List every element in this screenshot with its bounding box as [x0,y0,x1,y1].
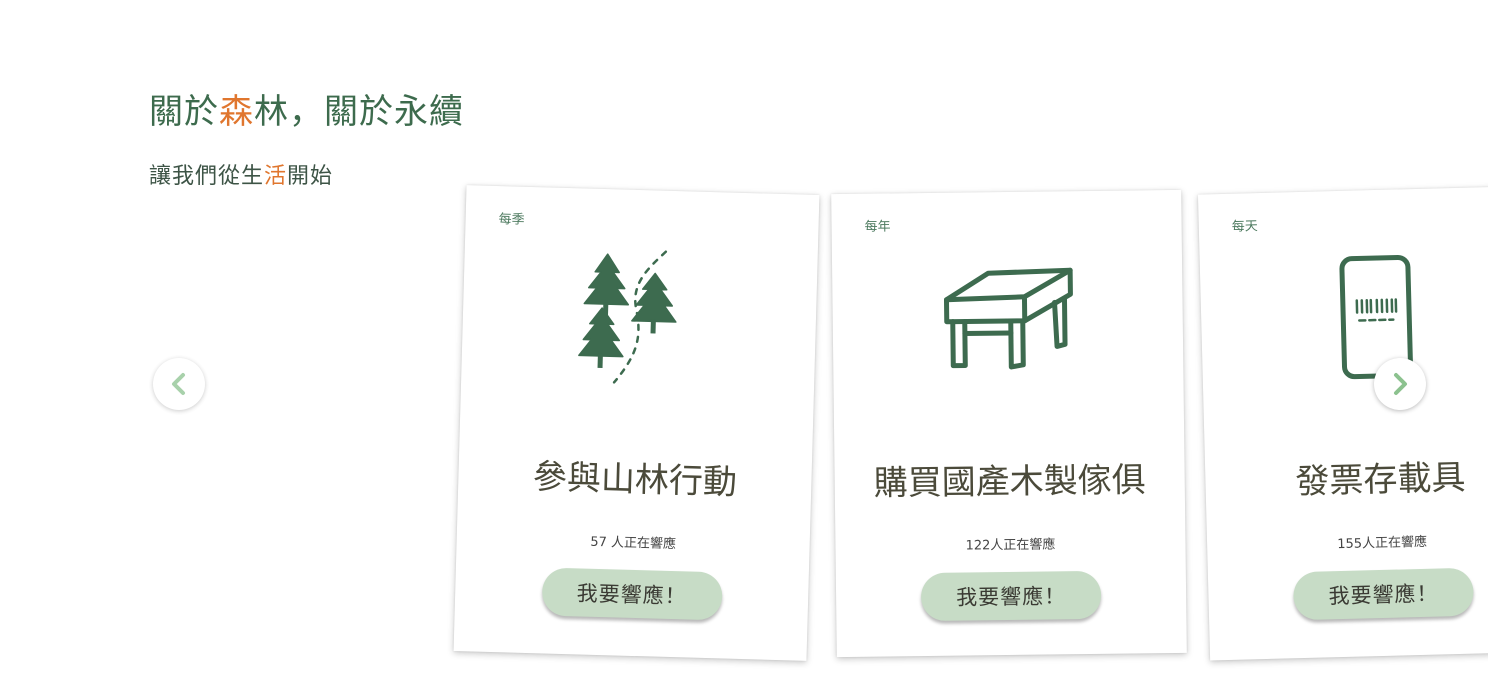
respond-button[interactable]: 我要響應！ [920,570,1102,622]
respond-button[interactable]: 我要響應！ [1292,567,1475,621]
subtitle-accent: 活 [264,164,288,189]
respond-button[interactable]: 我要響應！ [541,567,723,621]
carousel-prev-button[interactable] [153,358,205,410]
phone-barcode-icon [1199,233,1488,402]
title-part1: 關於 [149,92,219,132]
subtitle-part1: 讓我們從生 [149,164,265,189]
subtitle-part2: 開始 [287,164,334,189]
response-count: 57 人正在響應 [590,534,677,553]
action-card: 每年 購買國產木製傢俱 122人正在響應 我要響應！ [831,189,1187,658]
page-subtitle: 讓我們從生活開始 [149,158,333,190]
card-title: 購買國產木製傢俱 [873,460,1146,504]
title-accent: 森 [219,92,254,132]
chevron-left-icon [172,373,185,395]
card-frequency: 每天 [1231,219,1259,235]
action-card: 每季 參與山林行動 57 人正在響應 我要響應！ [453,185,820,661]
card-frequency: 每季 [498,212,525,228]
title-part2: 林，關於永續 [254,92,464,132]
chevron-right-icon [1394,373,1407,395]
trees-path-icon [461,233,818,403]
page: 關於森林，關於永續 讓我們從生活開始 每季 參與山林行動 57 人正在響應 我要… [0,0,1488,694]
card-title: 發票存載具 [1294,457,1466,503]
card-frequency: 每年 [864,219,891,235]
response-count: 155人正在響應 [1337,534,1428,553]
card-title: 參與山林行動 [532,457,738,503]
page-title: 關於森林，關於永續 [149,84,464,133]
action-card: 每天 發票存載具 155人正在響應 我要響應！ [1197,185,1488,661]
carousel-next-button[interactable] [1374,358,1426,410]
table-icon [832,238,1184,402]
response-count: 122人正在響應 [965,537,1056,554]
